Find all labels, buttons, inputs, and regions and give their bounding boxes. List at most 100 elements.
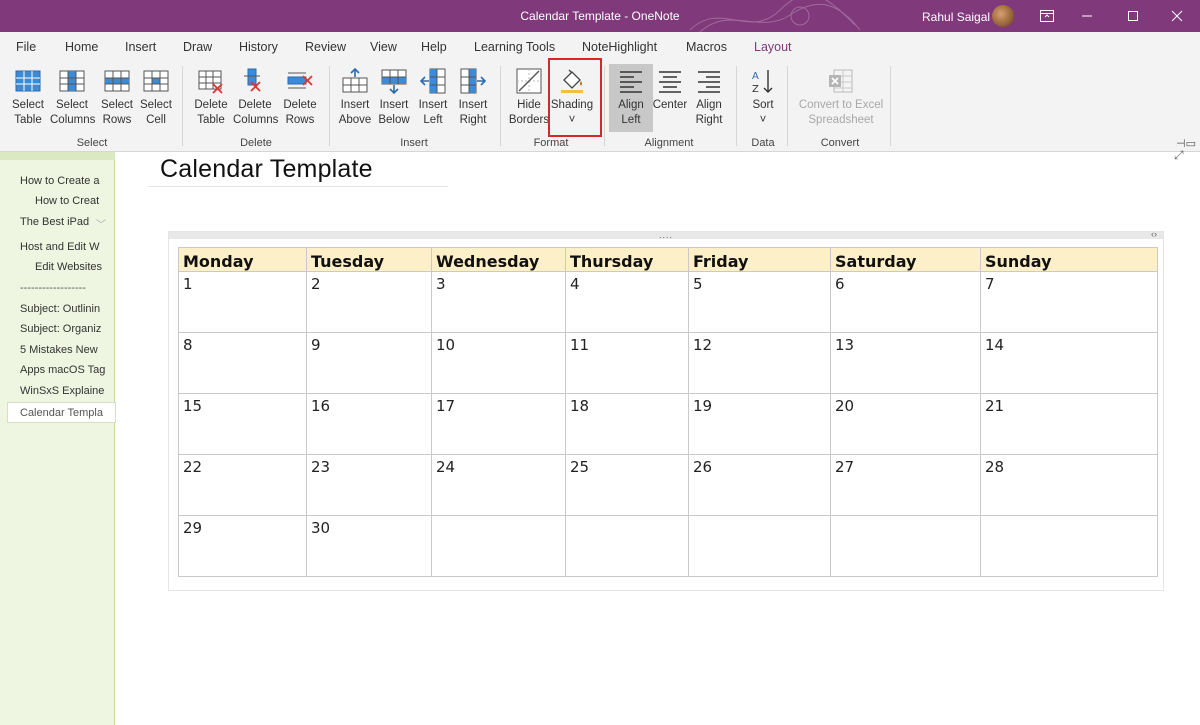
delete-rows-icon (287, 72, 313, 89)
tab-macros[interactable]: Macros (686, 40, 727, 54)
day-cell[interactable]: 14 (980, 332, 1158, 394)
day-cell[interactable]: 20 (830, 393, 981, 455)
tab-layout[interactable]: Layout (754, 40, 792, 60)
insert-right-button[interactable]: Insert Right (451, 64, 495, 132)
maximize-icon[interactable] (1110, 0, 1156, 32)
day-cell[interactable]: 2 (306, 271, 432, 333)
day-cell[interactable]: 29 (178, 515, 307, 577)
day-cell[interactable]: 16 (306, 393, 432, 455)
avatar[interactable] (992, 5, 1014, 27)
insert-above-button[interactable]: Insert Above (333, 64, 377, 132)
day-cell[interactable]: 10 (431, 332, 566, 394)
day-cell[interactable]: 1 (178, 271, 307, 333)
day-header-saturday[interactable]: Saturday (830, 247, 981, 272)
page-item-active[interactable]: Calendar Templa (7, 402, 116, 423)
tab-file[interactable]: File (16, 40, 36, 54)
day-header-wednesday[interactable]: Wednesday (431, 247, 566, 272)
day-cell[interactable]: 6 (830, 271, 981, 333)
page-separator[interactable]: ------------------ (20, 282, 112, 294)
close-icon[interactable] (1154, 0, 1200, 32)
delete-rows-button[interactable]: Delete Rows (278, 64, 322, 132)
select-rows-button[interactable]: Select Rows (95, 64, 139, 132)
day-cell[interactable] (688, 515, 831, 577)
day-cell[interactable]: 23 (306, 454, 432, 516)
day-cell[interactable]: 17 (431, 393, 566, 455)
day-cell[interactable]: 3 (431, 271, 566, 333)
align-right-button[interactable]: Align Right (687, 64, 731, 132)
day-cell[interactable] (980, 515, 1158, 577)
page-item[interactable]: Apps macOS Tag (20, 364, 112, 376)
page-item[interactable]: Edit Websites (35, 261, 113, 273)
insert-below-button[interactable]: Insert Below (372, 64, 416, 132)
delete-table-button[interactable]: Delete Table (189, 64, 233, 132)
select-cell-button[interactable]: Select Cell (134, 64, 178, 132)
tab-help[interactable]: Help (421, 40, 447, 54)
svg-text:Z: Z (752, 84, 759, 94)
day-header-sunday[interactable]: Sunday (980, 247, 1158, 272)
select-columns-button[interactable]: Select Columns (50, 64, 95, 132)
day-cell[interactable]: 28 (980, 454, 1158, 516)
sort-az-icon: A Z (752, 70, 773, 94)
expand-icon[interactable]: ⤢ (1174, 148, 1184, 163)
day-header-thursday[interactable]: Thursday (565, 247, 689, 272)
day-cell[interactable]: 11 (565, 332, 689, 394)
group-label-delete: Delete (240, 137, 272, 149)
tab-view[interactable]: View (370, 40, 397, 54)
day-cell[interactable]: 5 (688, 271, 831, 333)
sidebar-top-strip (0, 152, 115, 160)
page-item[interactable]: Subject: Organiz (20, 323, 112, 335)
tab-learning-tools[interactable]: Learning Tools (474, 40, 555, 54)
page-item[interactable]: How to Creat (35, 195, 113, 207)
resize-handle-icon[interactable]: ‹› (1151, 229, 1157, 239)
page-item[interactable]: 5 Mistakes New (20, 344, 112, 356)
day-cell[interactable]: 22 (178, 454, 307, 516)
group-separator (787, 66, 788, 146)
page-item[interactable]: Host and Edit W (20, 241, 112, 253)
day-cell[interactable]: 24 (431, 454, 566, 516)
tab-home[interactable]: Home (65, 40, 98, 54)
page-item[interactable]: How to Create a (20, 175, 112, 187)
day-header-friday[interactable]: Friday (688, 247, 831, 272)
day-cell[interactable]: 25 (565, 454, 689, 516)
day-cell[interactable]: 27 (830, 454, 981, 516)
center-button[interactable]: Center (648, 64, 692, 132)
page-item[interactable]: WinSxS Explaine (20, 385, 112, 397)
sort-button[interactable]: A Z Sort ˅ (741, 64, 785, 132)
day-header-monday[interactable]: Monday (178, 247, 307, 272)
page-title[interactable]: Calendar Template (160, 155, 373, 184)
convert-to-excel-button[interactable]: Convert to Excel Spreadsheet (795, 64, 887, 132)
day-header-tuesday[interactable]: Tuesday (306, 247, 432, 272)
day-cell[interactable]: 26 (688, 454, 831, 516)
align-left-button[interactable]: Align Left (609, 64, 653, 132)
tab-review[interactable]: Review (305, 40, 346, 54)
day-cell[interactable]: 21 (980, 393, 1158, 455)
page-item[interactable]: Subject: Outlinin (20, 303, 112, 315)
drag-handle-icon[interactable]: .... (659, 230, 673, 240)
select-table-button[interactable]: Select Table (6, 64, 50, 132)
delete-columns-button[interactable]: Delete Columns (233, 64, 278, 132)
day-cell[interactable]: 13 (830, 332, 981, 394)
day-cell[interactable]: 19 (688, 393, 831, 455)
day-cell[interactable]: 18 (565, 393, 689, 455)
day-cell[interactable] (830, 515, 981, 577)
user-name[interactable]: Rahul Saigal (922, 10, 990, 24)
day-cell[interactable]: 8 (178, 332, 307, 394)
day-cell[interactable] (565, 515, 689, 577)
day-cell[interactable]: 9 (306, 332, 432, 394)
collapse-chevron-icon[interactable]: ﹀ (96, 216, 106, 231)
day-cell[interactable] (431, 515, 566, 577)
group-label-alignment: Alignment (644, 137, 694, 149)
day-cell[interactable]: 12 (688, 332, 831, 394)
insert-left-button[interactable]: Insert Left (411, 64, 455, 132)
tab-notehighlight[interactable]: NoteHighlight (582, 40, 657, 54)
page-item[interactable]: The Best iPad (20, 216, 94, 228)
tab-insert[interactable]: Insert (125, 40, 156, 54)
hide-borders-button[interactable]: Hide Borders (507, 64, 551, 132)
tab-history[interactable]: History (239, 40, 278, 54)
day-cell[interactable]: 30 (306, 515, 432, 577)
minimize-icon[interactable] (1064, 0, 1110, 32)
day-cell[interactable]: 4 (565, 271, 689, 333)
day-cell[interactable]: 7 (980, 271, 1158, 333)
day-cell[interactable]: 15 (178, 393, 307, 455)
tab-draw[interactable]: Draw (183, 40, 212, 54)
